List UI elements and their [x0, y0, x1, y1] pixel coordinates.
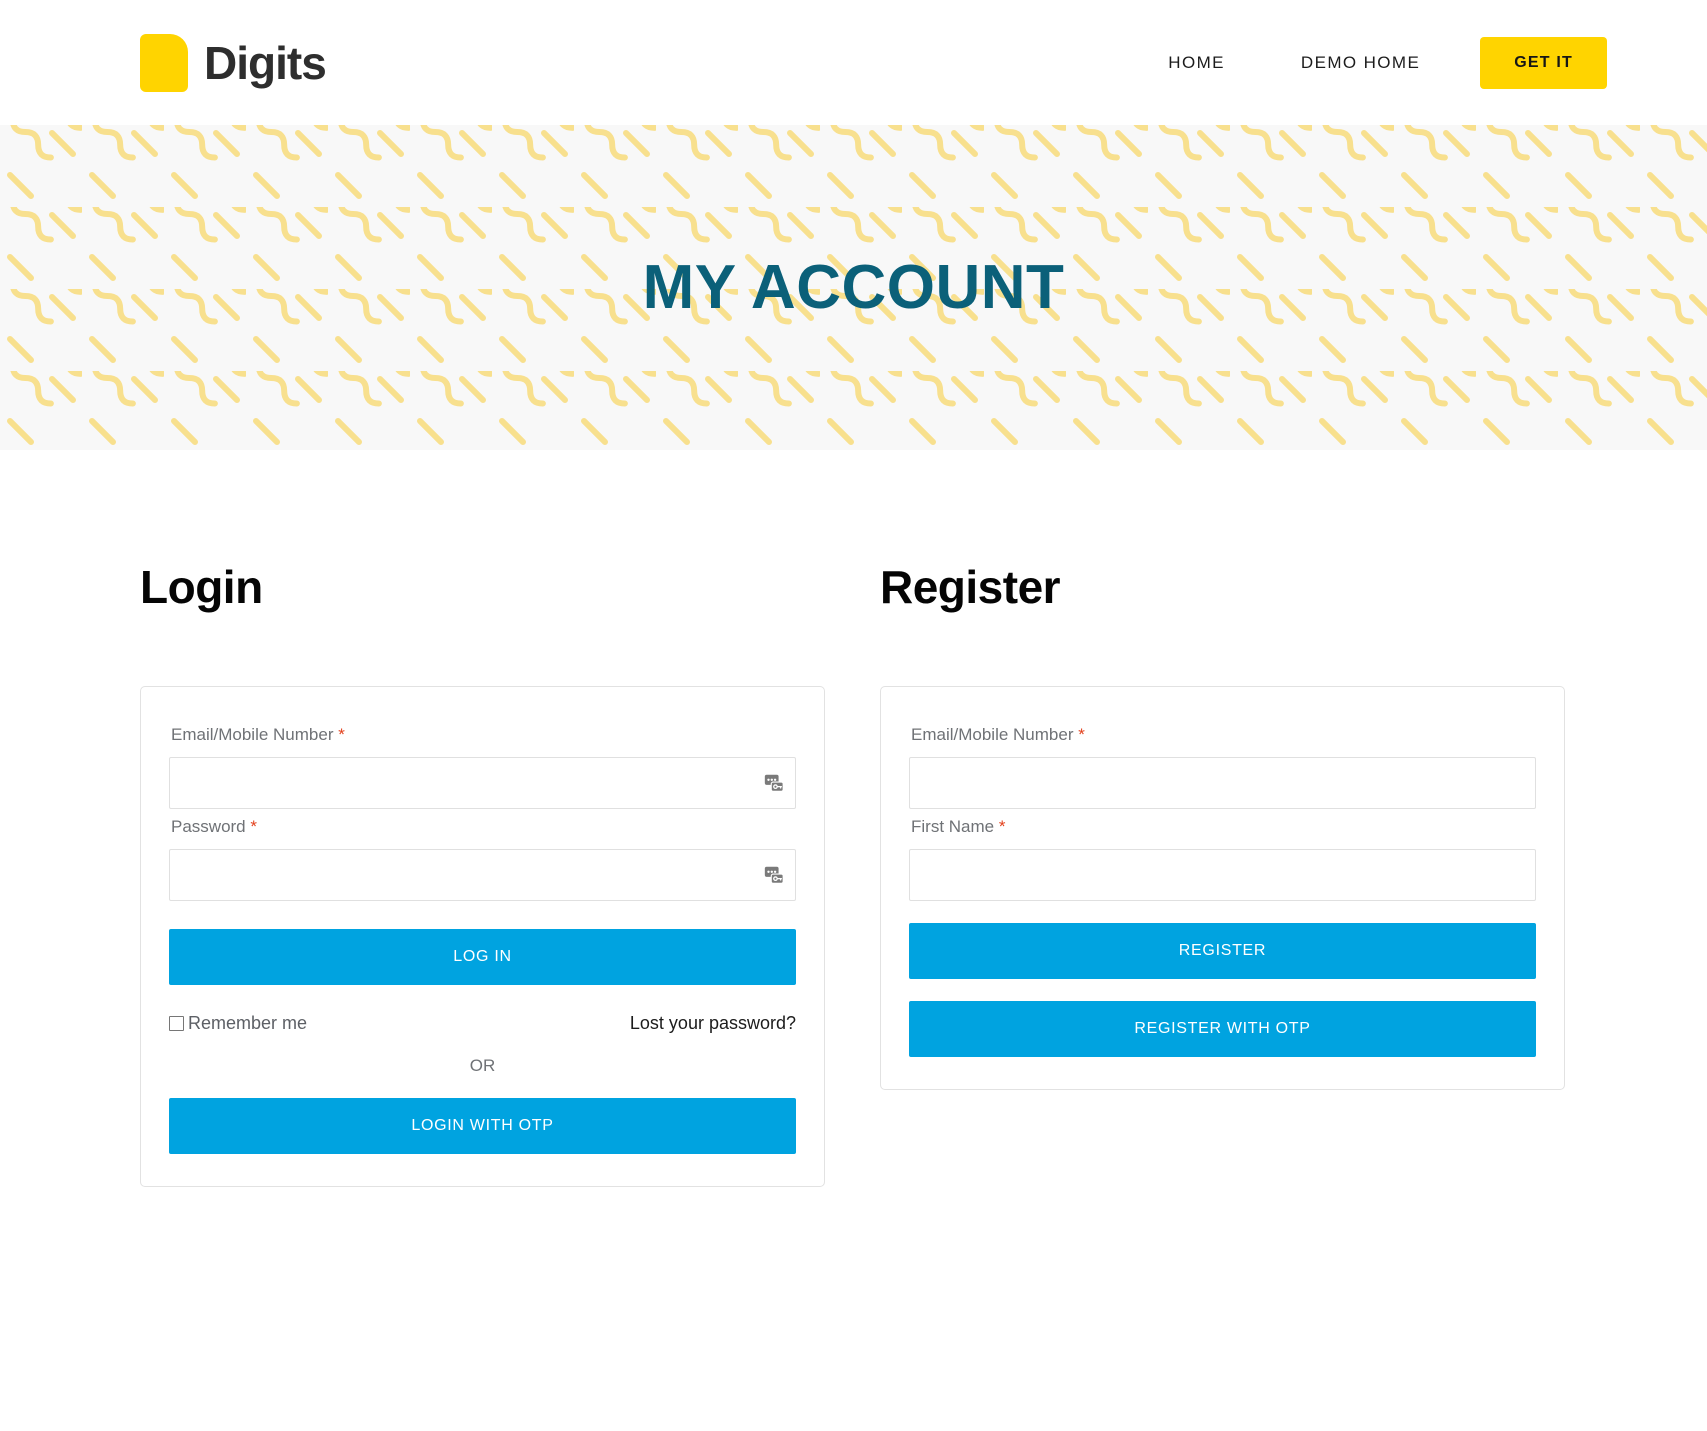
register-first-name-field-group: First Name * [909, 817, 1536, 901]
brand-logo-link[interactable]: Digits [140, 33, 327, 92]
required-asterisk: * [338, 725, 345, 744]
remember-me-control[interactable]: Remember me [169, 1013, 307, 1034]
register-email-label: Email/Mobile Number * [911, 725, 1536, 745]
password-manager-icon[interactable] [763, 864, 785, 886]
register-with-otp-button[interactable]: REGISTER WITH OTP [909, 1001, 1536, 1057]
required-asterisk: * [250, 817, 257, 836]
register-first-name-label-text: First Name [911, 817, 995, 836]
page-title: MY ACCOUNT [642, 253, 1065, 322]
login-email-field-group: Email/Mobile Number * [169, 725, 796, 809]
remember-me-checkbox[interactable] [169, 1016, 184, 1031]
login-password-field-group: Password * [169, 817, 796, 901]
login-column: Login Email/Mobile Number * Password * L… [140, 560, 825, 1187]
login-email-input[interactable] [169, 757, 796, 809]
login-with-otp-button[interactable]: LOGIN WITH OTP [169, 1098, 796, 1154]
brand-name: Digits [204, 36, 327, 89]
login-password-label: Password * [171, 817, 796, 837]
login-email-label: Email/Mobile Number * [171, 725, 796, 745]
register-email-label-text: Email/Mobile Number [911, 725, 1074, 744]
site-header: Digits HOME DEMO HOME GET IT [0, 0, 1707, 125]
register-first-name-input[interactable] [909, 849, 1536, 901]
login-heading: Login [140, 561, 263, 613]
register-first-name-input-wrap [909, 849, 1536, 901]
login-password-input-wrap [169, 849, 796, 901]
required-asterisk: * [998, 817, 1006, 836]
main-navigation: HOME DEMO HOME GET IT [1130, 36, 1607, 89]
required-asterisk: * [1078, 725, 1085, 744]
yellow-page-logo-icon [140, 33, 188, 92]
register-form-card: Email/Mobile Number * First Name * REGIS… [880, 686, 1565, 1090]
register-email-field-group: Email/Mobile Number * [909, 725, 1536, 809]
login-password-input[interactable] [169, 849, 796, 901]
nav-item-demo-home[interactable]: DEMO HOME [1263, 53, 1458, 73]
register-email-input[interactable] [909, 757, 1536, 809]
login-meta-row: Remember me Lost your password? [169, 1013, 796, 1034]
account-main: Login Email/Mobile Number * Password * L… [0, 450, 1707, 1187]
login-form-card: Email/Mobile Number * Password * LOG IN … [140, 686, 825, 1187]
log-in-button[interactable]: LOG IN [169, 929, 796, 985]
nav-item-home[interactable]: HOME [1130, 53, 1263, 73]
lost-password-link[interactable]: Lost your password? [630, 1013, 796, 1034]
login-email-label-text: Email/Mobile Number [171, 725, 334, 744]
register-email-input-wrap [909, 757, 1536, 809]
login-password-label-text: Password [171, 817, 246, 836]
register-column: Register Email/Mobile Number * First Nam… [880, 560, 1565, 1090]
password-manager-icon[interactable] [763, 772, 785, 794]
register-heading: Register [880, 561, 1061, 613]
login-email-input-wrap [169, 757, 796, 809]
page-banner: MY ACCOUNT [0, 125, 1707, 450]
remember-me-label: Remember me [188, 1013, 308, 1033]
register-first-name-label: First Name * [911, 817, 1536, 837]
or-divider: OR [469, 1056, 496, 1075]
get-it-button[interactable]: GET IT [1480, 36, 1607, 89]
register-button[interactable]: REGISTER [909, 923, 1536, 979]
